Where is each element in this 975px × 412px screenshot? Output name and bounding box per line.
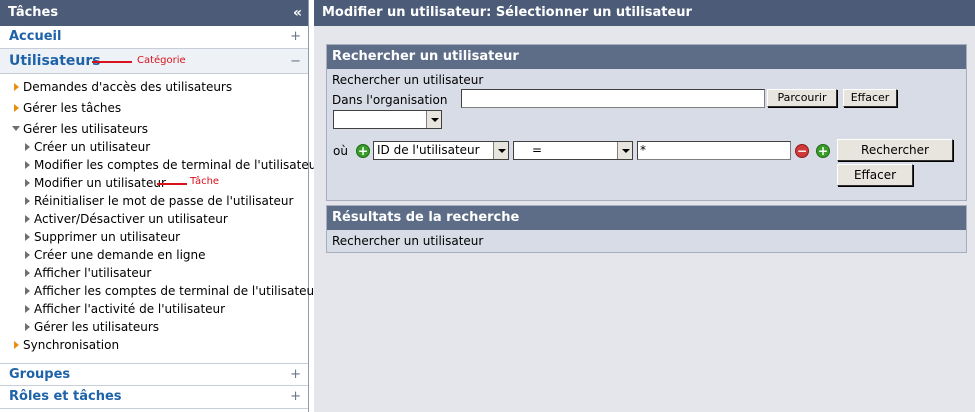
tree-item-synchronisation[interactable]: Synchronisation — [14, 336, 119, 354]
category-label: Accueil — [9, 29, 62, 44]
task-afficher-utilisateur[interactable]: Afficher l'utilisateur — [25, 264, 151, 282]
field-select[interactable]: ID de l'utilisateur — [373, 141, 509, 160]
add-criteria-icon[interactable]: + — [356, 144, 370, 158]
results-panel-header: Résultats de la recherche — [327, 206, 966, 230]
collapse-pane-icon[interactable]: « — [293, 0, 302, 26]
org-scope-select[interactable] — [333, 110, 442, 129]
tree-item-gerer-taches[interactable]: Gérer les tâches — [14, 99, 121, 117]
tasks-pane-title: Tâches — [8, 5, 59, 20]
expand-icon[interactable]: + — [290, 386, 301, 408]
task-modifier-comptes-terminal[interactable]: Modifier les comptes de terminal de l'ut… — [25, 156, 321, 174]
arrow-icon — [25, 305, 30, 313]
category-label: Groupes — [9, 367, 71, 382]
task-supprimer-utilisateur[interactable]: Supprimer un utilisateur — [25, 228, 180, 246]
results-panel: Résultats de la recherche Rechercher un … — [326, 205, 967, 253]
annotation-line — [157, 183, 187, 185]
expand-icon[interactable]: + — [290, 364, 301, 386]
chevron-down-icon — [617, 142, 632, 159]
operator-select[interactable]: = — [513, 141, 633, 160]
criteria-input[interactable]: * — [637, 141, 791, 160]
category-label: Utilisateurs — [9, 53, 101, 69]
task-afficher-activite[interactable]: Afficher l'activité de l'utilisateur — [25, 300, 225, 318]
task-creer-utilisateur[interactable]: Créer un utilisateur — [25, 138, 150, 156]
tree-item-gerer-utilisateurs-group[interactable]: Gérer les utilisateurs — [12, 120, 148, 138]
task-activer-desactiver[interactable]: Activer/Désactiver un utilisateur — [25, 210, 228, 228]
main-content: Modifier un utilisateur: Sélectionner un… — [314, 0, 975, 412]
chevron-down-icon — [493, 142, 508, 159]
arrow-icon — [25, 287, 30, 295]
expand-arrow-icon — [14, 341, 19, 349]
search-panel: Rechercher un utilisateur Rechercher un … — [326, 44, 967, 201]
tree-item-demandes-acces[interactable]: Demandes d'accès des utilisateurs — [14, 78, 232, 96]
clear-org-button[interactable]: Effacer — [843, 89, 897, 107]
clear-button[interactable]: Effacer — [837, 164, 913, 186]
annotation-line — [92, 61, 132, 63]
org-label: Dans l'organisation — [332, 93, 448, 107]
arrow-icon — [25, 269, 30, 277]
expand-arrow-icon — [14, 104, 19, 112]
arrow-icon — [25, 161, 30, 169]
task-modifier-utilisateur[interactable]: Modifier un utilisateur — [25, 174, 166, 192]
tasks-pane-header: Tâches « — [0, 0, 308, 26]
organization-input[interactable] — [461, 89, 765, 108]
expand-icon[interactable]: + — [290, 26, 301, 48]
arrow-icon — [25, 251, 30, 259]
task-gerer-utilisateurs[interactable]: Gérer les utilisateurs — [25, 318, 159, 336]
where-label: où — [333, 144, 348, 158]
arrow-icon — [25, 197, 30, 205]
collapse-icon[interactable]: − — [290, 49, 301, 74]
add-criteria-row-icon[interactable]: + — [816, 144, 830, 158]
category-groupes[interactable]: Groupes + — [0, 363, 308, 386]
arrow-icon — [25, 143, 30, 151]
search-panel-body: Rechercher un utilisateur Dans l'organis… — [327, 69, 966, 200]
task-afficher-comptes-terminal[interactable]: Afficher les comptes de terminal de l'ut… — [25, 282, 319, 300]
remove-criteria-icon[interactable]: − — [795, 144, 809, 158]
category-utilisateurs[interactable]: Utilisateurs − Catégorie — [0, 49, 308, 74]
bottom-categories: Groupes + Rôles et tâches + — [0, 363, 308, 409]
chevron-down-icon — [426, 111, 441, 128]
category-accueil[interactable]: Accueil + — [0, 26, 308, 49]
search-button[interactable]: Rechercher — [837, 139, 953, 161]
annotation-category: Catégorie — [137, 55, 186, 66]
annotation-task: Tâche — [190, 176, 220, 187]
task-reinitialiser-mot-de-passe[interactable]: Réinitialiser le mot de passe de l'utili… — [25, 192, 293, 210]
task-creer-demande[interactable]: Créer une demande en ligne — [25, 246, 206, 264]
collapse-arrow-icon — [12, 126, 20, 131]
arrow-icon — [25, 233, 30, 241]
arrow-icon — [25, 179, 30, 187]
category-label: Rôles et tâches — [9, 389, 122, 404]
search-panel-header: Rechercher un utilisateur — [327, 45, 966, 69]
arrow-icon — [25, 215, 30, 223]
results-panel-body: Rechercher un utilisateur — [327, 230, 966, 252]
category-roles-taches[interactable]: Rôles et tâches + — [0, 386, 308, 409]
page-title: Modifier un utilisateur: Sélectionner un… — [314, 0, 975, 26]
search-subtitle: Rechercher un utilisateur — [332, 73, 484, 87]
tasks-pane: Tâches « Accueil + Utilisateurs − Catégo… — [0, 0, 321, 412]
expand-arrow-icon — [14, 83, 19, 91]
browse-button[interactable]: Parcourir — [767, 89, 837, 107]
arrow-icon — [25, 323, 30, 331]
results-text: Rechercher un utilisateur — [332, 234, 484, 248]
